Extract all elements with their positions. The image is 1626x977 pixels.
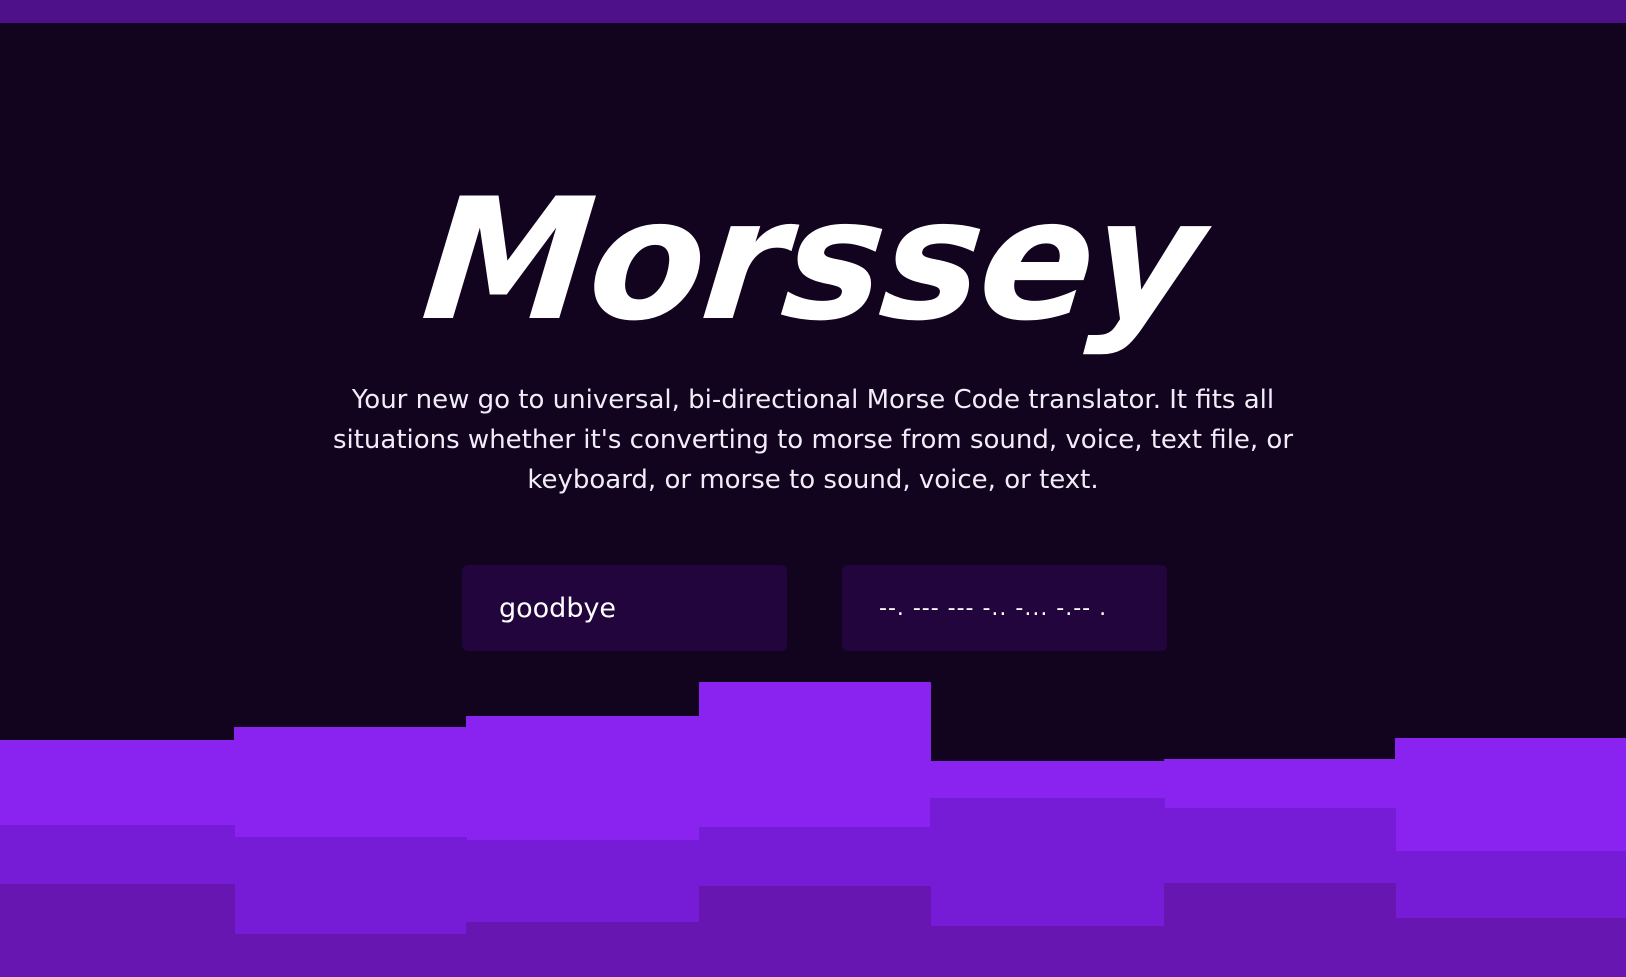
app-tagline: Your new go to universal, bi-directional… <box>332 385 1294 495</box>
text-input[interactable] <box>462 565 787 651</box>
morse-input[interactable] <box>842 565 1167 651</box>
wave-layer-mid <box>0 798 1626 977</box>
wave-layer-dark <box>0 883 1626 977</box>
top-bar <box>0 0 1626 23</box>
app-title: Morssey <box>415 162 1211 358</box>
page: Morssey Your new go to universal, bi-dir… <box>0 0 1626 977</box>
wave-layer-light <box>0 682 1626 977</box>
